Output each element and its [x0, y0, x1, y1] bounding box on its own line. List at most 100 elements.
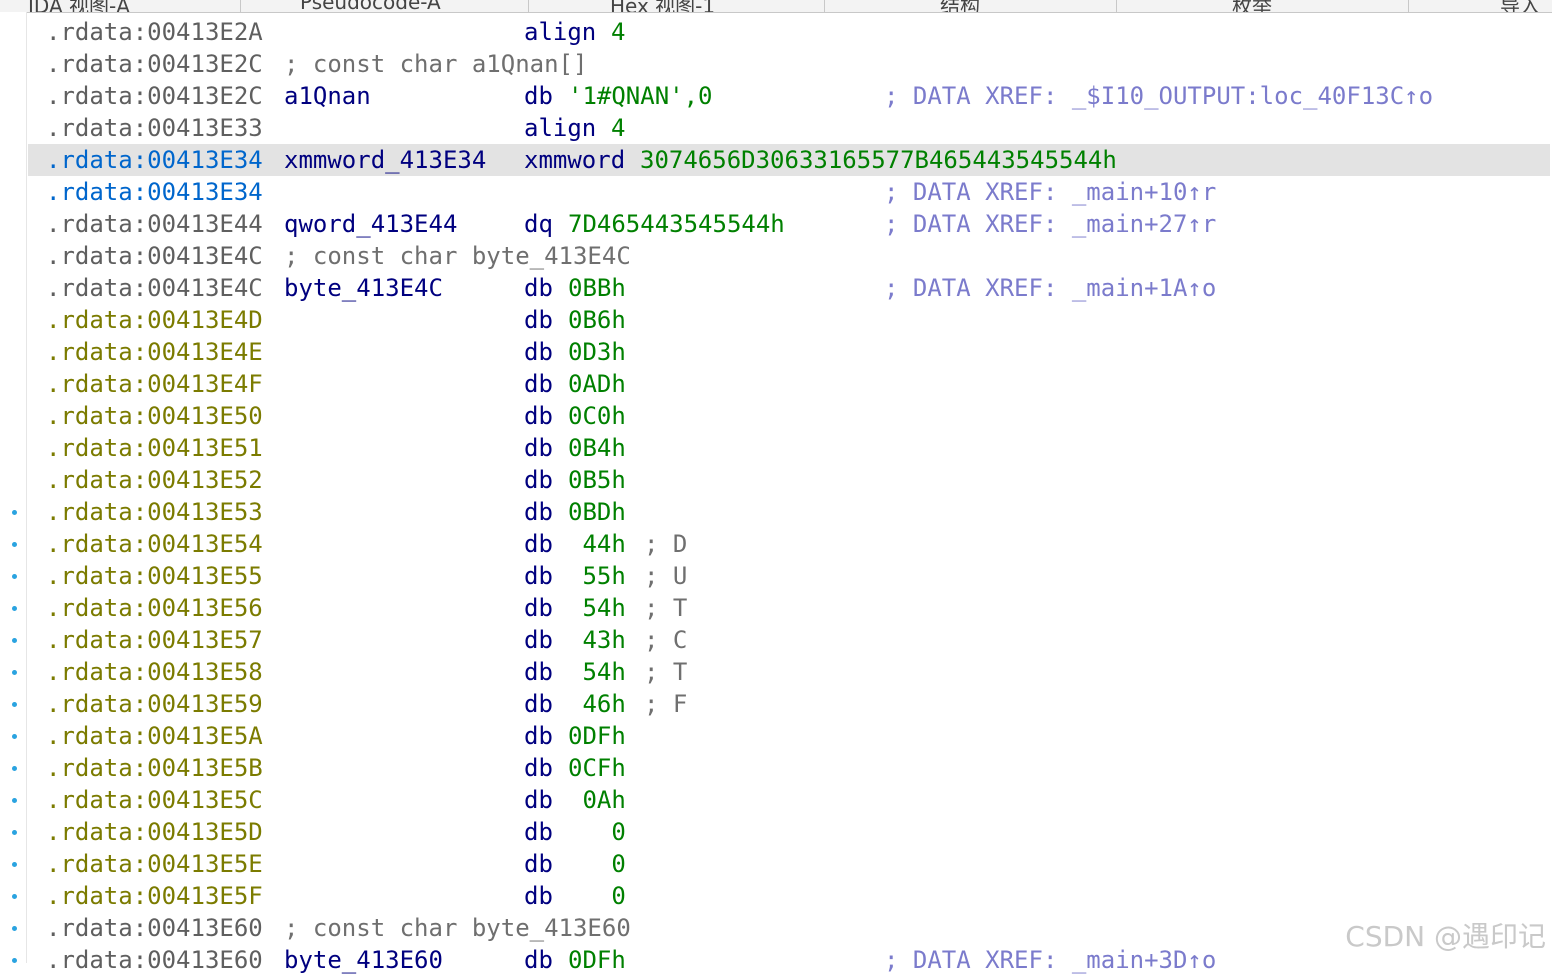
line-operand[interactable]: '1#QNAN',0: [568, 80, 713, 112]
line-gray-comment[interactable]: ; const char byte_413E4C: [284, 240, 631, 272]
line-instruction[interactable]: align: [524, 16, 596, 48]
line-address[interactable]: .rdata:00413E34: [46, 176, 263, 208]
line-address[interactable]: .rdata:00413E5F: [46, 880, 263, 912]
line-operand[interactable]: 0DFh: [568, 944, 626, 976]
line-gray-comment[interactable]: ; const char a1Qnan[]: [284, 48, 587, 80]
listing-line[interactable]: .rdata:00413E34 ; DATA XREF: _main+10↑r: [28, 176, 1550, 208]
tab-pseudocode[interactable]: Pseudocode-A: [300, 0, 441, 12]
line-operand[interactable]: 0CFh: [568, 752, 626, 784]
line-operand[interactable]: 43h: [568, 624, 625, 656]
tab-ida-view[interactable]: IDA 视图-A: [28, 0, 130, 12]
listing-line[interactable]: .rdata:00413E55 db 55h ; U: [28, 560, 1550, 592]
listing-line[interactable]: .rdata:00413E5E db 0: [28, 848, 1550, 880]
line-address[interactable]: .rdata:00413E60: [46, 912, 263, 944]
line-address[interactable]: .rdata:00413E2C: [46, 48, 263, 80]
line-operand[interactable]: 0C0h: [568, 400, 626, 432]
tab-structures[interactable]: 结构: [940, 0, 980, 12]
line-operand[interactable]: 0BDh: [568, 496, 626, 528]
line-address[interactable]: .rdata:00413E5E: [46, 848, 263, 880]
line-instruction[interactable]: xmmword: [524, 144, 625, 176]
line-operand[interactable]: 7D465443545544h: [568, 208, 785, 240]
line-operand[interactable]: 46h: [568, 688, 625, 720]
line-instruction[interactable]: db: [524, 880, 553, 912]
line-address[interactable]: .rdata:00413E4C: [46, 240, 263, 272]
line-address[interactable]: .rdata:00413E50: [46, 400, 263, 432]
listing-line[interactable]: .rdata:00413E5B db 0CFh: [28, 752, 1550, 784]
line-instruction[interactable]: db: [524, 624, 553, 656]
listing-line[interactable]: .rdata:00413E59 db 46h ; F: [28, 688, 1550, 720]
line-operand[interactable]: 54h: [568, 656, 625, 688]
line-address[interactable]: .rdata:00413E54: [46, 528, 263, 560]
listing-line[interactable]: .rdata:00413E60 ; const char byte_413E60: [28, 912, 1550, 944]
line-operand[interactable]: 0: [568, 816, 625, 848]
line-instruction[interactable]: db: [524, 816, 553, 848]
tab-enums[interactable]: 枚举: [1232, 0, 1272, 12]
line-address[interactable]: .rdata:00413E53: [46, 496, 263, 528]
line-address[interactable]: .rdata:00413E4C: [46, 272, 263, 304]
line-instruction[interactable]: db: [524, 688, 553, 720]
line-operand[interactable]: 0BBh: [568, 272, 626, 304]
line-instruction[interactable]: db: [524, 848, 553, 880]
line-instruction[interactable]: db: [524, 400, 553, 432]
line-instruction[interactable]: db: [524, 720, 553, 752]
line-operand[interactable]: 44h: [568, 528, 625, 560]
listing-line[interactable]: .rdata:00413E57 db 43h ; C: [28, 624, 1550, 656]
line-instruction[interactable]: db: [524, 304, 553, 336]
line-operand[interactable]: 3074656D30633165577B465443545544h: [640, 144, 1117, 176]
tab-imports[interactable]: 导入: [1500, 0, 1540, 12]
line-gray-comment[interactable]: ; T: [644, 592, 687, 624]
listing-line[interactable]: .rdata:00413E52 db 0B5h: [28, 464, 1550, 496]
line-operand[interactable]: 0ADh: [568, 368, 626, 400]
listing-line[interactable]: .rdata:00413E2C ; const char a1Qnan[]: [28, 48, 1550, 80]
line-operand[interactable]: 0D3h: [568, 336, 626, 368]
line-operand[interactable]: 0Ah: [568, 784, 625, 816]
line-gray-comment[interactable]: ; C: [644, 624, 687, 656]
line-address[interactable]: .rdata:00413E2C: [46, 80, 263, 112]
line-operand[interactable]: 4: [611, 16, 625, 48]
line-address[interactable]: .rdata:00413E59: [46, 688, 263, 720]
line-instruction[interactable]: dq: [524, 208, 553, 240]
line-address[interactable]: .rdata:00413E34: [46, 144, 263, 176]
line-operand[interactable]: 54h: [568, 592, 625, 624]
listing-line[interactable]: .rdata:00413E51 db 0B4h: [28, 432, 1550, 464]
line-address[interactable]: .rdata:00413E57: [46, 624, 263, 656]
line-operand[interactable]: 0DFh: [568, 720, 626, 752]
line-label[interactable]: byte_413E60: [284, 944, 443, 976]
listing-line[interactable]: .rdata:00413E4C byte_413E4C db 0BBh ; DATA X…: [28, 272, 1550, 304]
line-label[interactable]: xmmword_413E34: [284, 144, 486, 176]
line-label[interactable]: qword_413E44: [284, 208, 457, 240]
line-operand[interactable]: 0B6h: [568, 304, 626, 336]
line-operand[interactable]: 55h: [568, 560, 625, 592]
line-instruction[interactable]: db: [524, 752, 553, 784]
line-address[interactable]: .rdata:00413E55: [46, 560, 263, 592]
listing-line[interactable]: .rdata:00413E33 align 4: [28, 112, 1550, 144]
listing-line[interactable]: .rdata:00413E5D db 0: [28, 816, 1550, 848]
line-instruction[interactable]: db: [524, 80, 553, 112]
line-instruction[interactable]: db: [524, 272, 553, 304]
line-instruction[interactable]: db: [524, 944, 553, 976]
listing-line[interactable]: .rdata:00413E5C db 0Ah: [28, 784, 1550, 816]
line-instruction[interactable]: db: [524, 368, 553, 400]
listing-line[interactable]: .rdata:00413E2A align 4: [28, 16, 1550, 48]
line-address[interactable]: .rdata:00413E56: [46, 592, 263, 624]
line-instruction[interactable]: db: [524, 496, 553, 528]
listing-line[interactable]: .rdata:00413E56 db 54h ; T: [28, 592, 1550, 624]
line-address[interactable]: .rdata:00413E5B: [46, 752, 263, 784]
line-instruction[interactable]: db: [524, 656, 553, 688]
line-address[interactable]: .rdata:00413E4F: [46, 368, 263, 400]
line-address[interactable]: .rdata:00413E33: [46, 112, 263, 144]
listing-line[interactable]: .rdata:00413E5A db 0DFh: [28, 720, 1550, 752]
line-instruction[interactable]: align: [524, 112, 596, 144]
line-instruction[interactable]: db: [524, 336, 553, 368]
listing-line[interactable]: .rdata:00413E4C ; const char byte_413E4C: [28, 240, 1550, 272]
line-instruction[interactable]: db: [524, 784, 553, 816]
line-operand[interactable]: 0B5h: [568, 464, 626, 496]
line-gray-comment[interactable]: ; const char byte_413E60: [284, 912, 631, 944]
line-comment[interactable]: ; DATA XREF: _$I10_OUTPUT:loc_40F13C↑o: [884, 80, 1433, 112]
line-label[interactable]: a1Qnan: [284, 80, 371, 112]
line-label[interactable]: byte_413E4C: [284, 272, 443, 304]
line-operand[interactable]: 0B4h: [568, 432, 626, 464]
listing-line[interactable]: .rdata:00413E5F db 0: [28, 880, 1550, 912]
line-gray-comment[interactable]: ; F: [644, 688, 687, 720]
line-address[interactable]: .rdata:00413E51: [46, 432, 263, 464]
